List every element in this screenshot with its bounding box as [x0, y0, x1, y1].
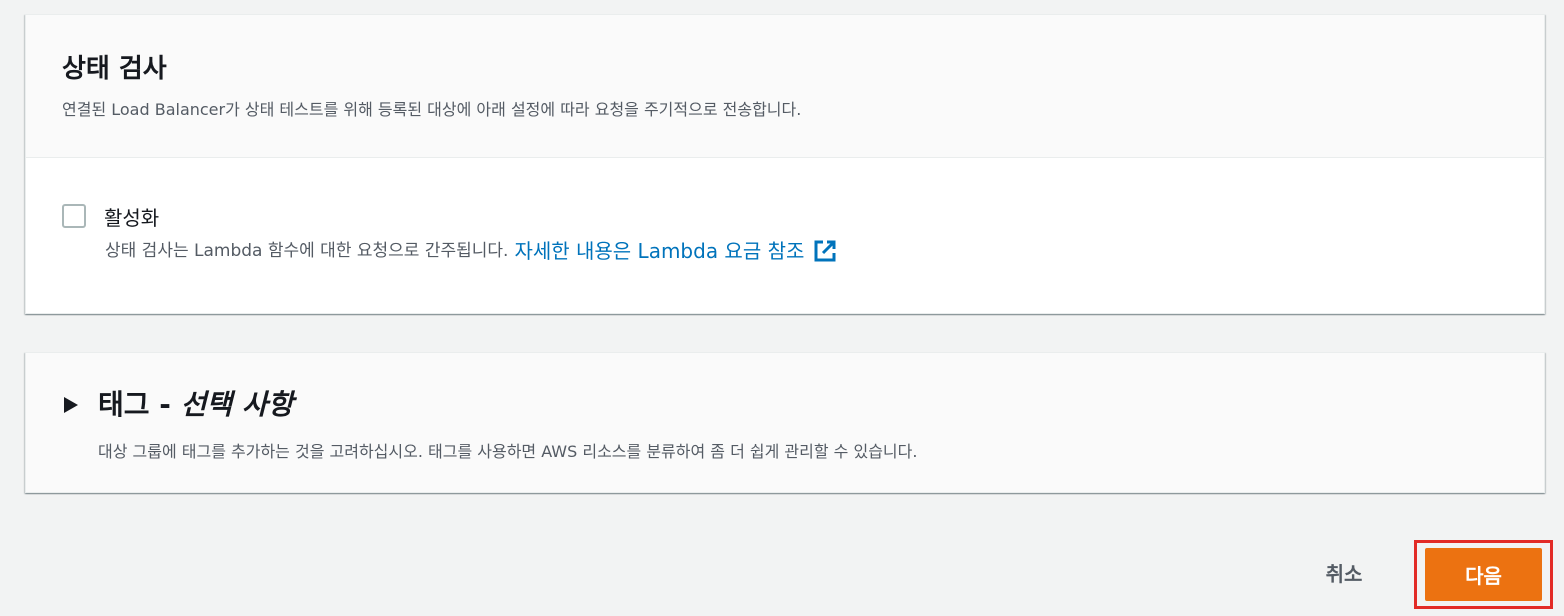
tags-title-optional: 선택 사항	[180, 388, 294, 421]
tags-title-prefix: 태그 -	[98, 388, 171, 421]
health-check-description: 연결된 Load Balancer가 상태 테스트를 위해 등록된 대상에 아래…	[62, 100, 802, 119]
health-check-title: 상태 검사	[62, 54, 167, 84]
tags-expand-toggle[interactable]: 태그 - 선택 사항	[64, 387, 1544, 423]
tags-panel: 태그 - 선택 사항 대상 그룹에 태그를 추가하는 것을 고려하십시오. 태그…	[25, 352, 1545, 493]
enable-health-check-label[interactable]: 활성화	[104, 202, 159, 231]
health-check-body: 활성화 상태 검사는 Lambda 함수에 대한 요청으로 간주됩니다. 자세한…	[26, 158, 1544, 266]
lambda-pricing-link[interactable]: 자세한 내용은 Lambda 요금 참조	[514, 236, 838, 266]
health-check-note: 상태 검사는 Lambda 함수에 대한 요청으로 간주됩니다. 자세한 내용은…	[105, 236, 1544, 266]
tags-header[interactable]: 태그 - 선택 사항 대상 그룹에 태그를 추가하는 것을 고려하십시오. 태그…	[26, 353, 1544, 463]
tags-title[interactable]: 태그 - 선택 사항	[98, 387, 293, 423]
health-check-panel: 상태 검사 연결된 Load Balancer가 상태 테스트를 위해 등록된 …	[25, 14, 1545, 314]
health-check-note-text: 상태 검사는 Lambda 함수에 대한 요청으로 간주됩니다.	[105, 241, 509, 261]
external-link-icon	[814, 240, 836, 262]
next-button[interactable]: 다음	[1425, 548, 1542, 601]
enable-health-check-row[interactable]: 활성화	[62, 198, 1544, 234]
health-check-header: 상태 검사 연결된 Load Balancer가 상태 테스트를 위해 등록된 …	[26, 15, 1544, 158]
lambda-pricing-link-text[interactable]: 자세한 내용은 Lambda 요금 참조	[514, 236, 804, 266]
tags-description: 대상 그룹에 태그를 추가하는 것을 고려하십시오. 태그를 사용하면 AWS …	[98, 442, 918, 461]
cancel-button[interactable]: 취소	[1300, 551, 1388, 593]
enable-health-check-checkbox[interactable]	[62, 204, 86, 228]
caret-right-icon	[64, 397, 78, 413]
